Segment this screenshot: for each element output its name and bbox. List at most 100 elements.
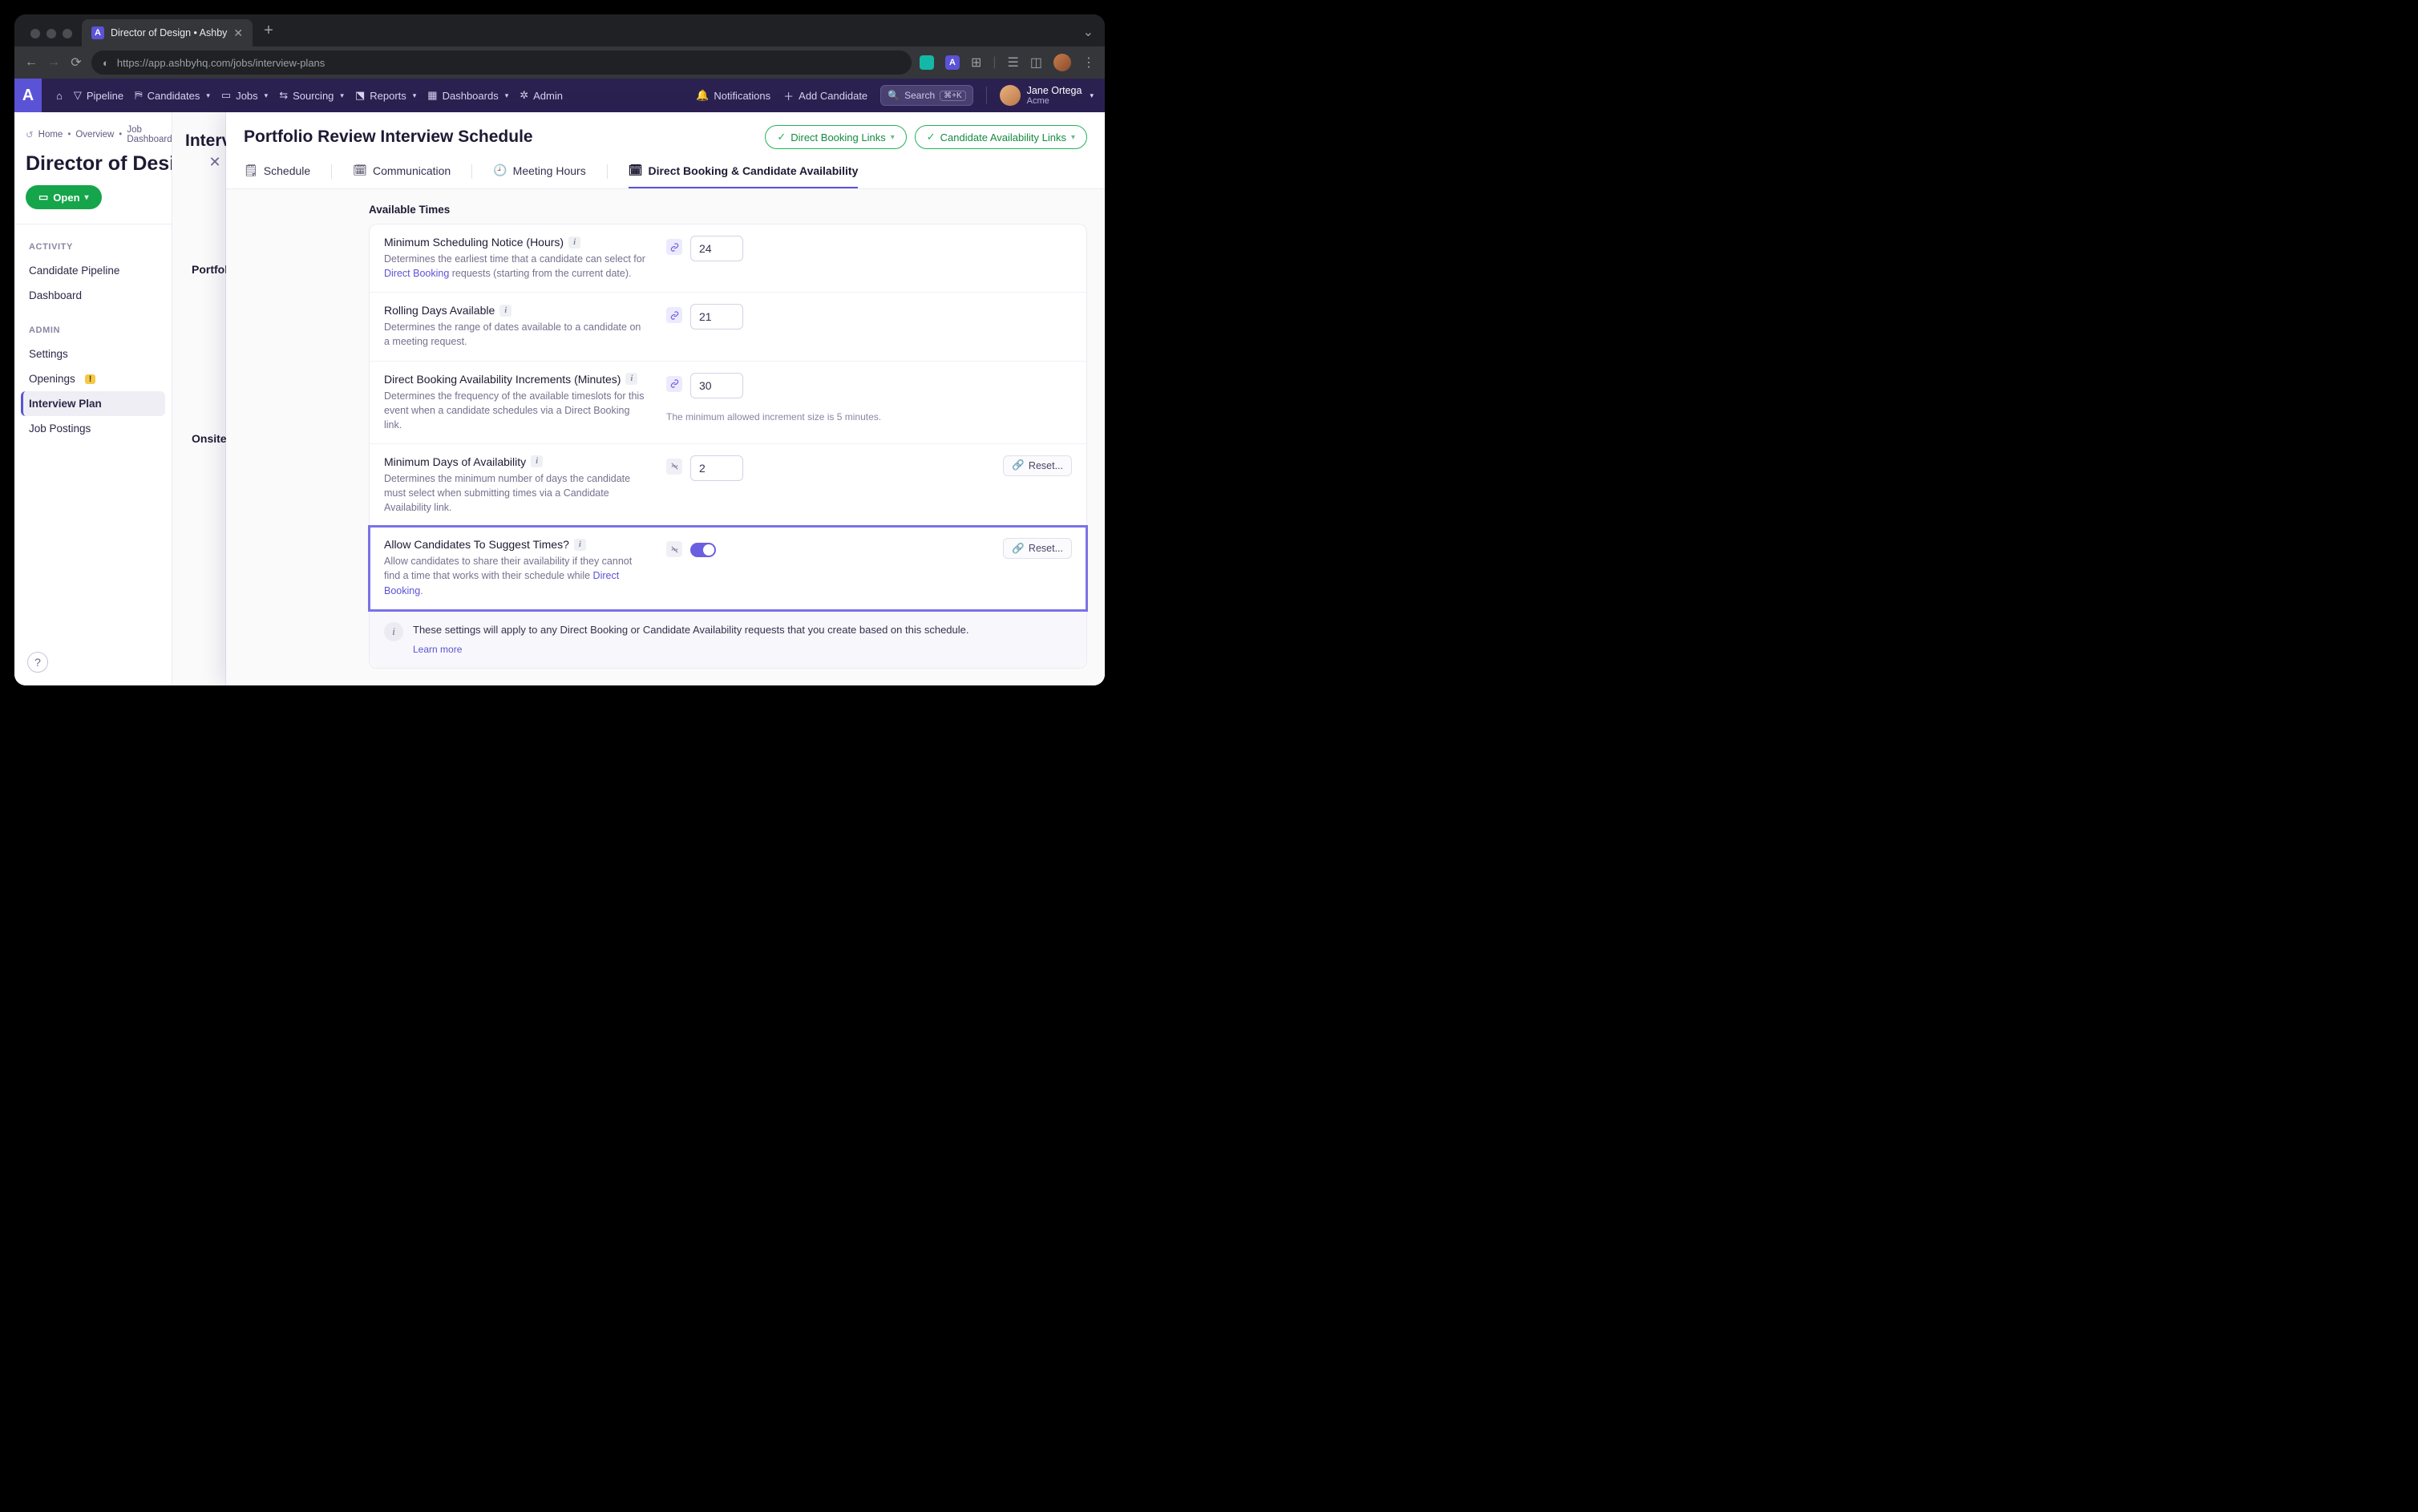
add-candidate-button[interactable]: ＋Add Candidate xyxy=(783,88,867,103)
tab-title: Director of Design • Ashby xyxy=(111,27,227,38)
user-menu[interactable]: Jane Ortega Acme ▾ xyxy=(1000,85,1094,106)
row-min-days: Minimum Days of Availabilityi Determines… xyxy=(370,444,1086,527)
app-root: A ⌂ ▽Pipeline ⛿Candidates▾ ▭Jobs▾ ⇆Sourc… xyxy=(14,79,1105,685)
extension-icon[interactable] xyxy=(920,55,934,70)
tab-schedule[interactable]: 🗒Schedule xyxy=(244,164,310,188)
sidenav-header-admin: ADMIN xyxy=(21,322,165,342)
browser-window: A Director of Design • Ashby ✕ + ⌄ ← → ⟳… xyxy=(14,14,1105,685)
extension-icons: A ⊞ | ☰ ◫ ⋮ xyxy=(920,54,1095,71)
sidenav-candidate-pipeline[interactable]: Candidate Pipeline xyxy=(21,258,165,283)
tab-direct-booking[interactable]: 🗓Direct Booking & Candidate Availability xyxy=(629,164,859,188)
nav-jobs[interactable]: ▭Jobs▾ xyxy=(221,89,268,102)
min-notice-input[interactable] xyxy=(690,236,743,261)
info-icon[interactable]: i xyxy=(499,305,512,317)
nav-reports[interactable]: ⬔Reports▾ xyxy=(355,89,416,102)
clipboard-icon: 🗒 xyxy=(244,164,258,177)
direct-booking-link[interactable]: Direct Booking xyxy=(384,268,449,279)
calendar-check-icon: 🗓 xyxy=(629,164,643,177)
info-icon[interactable]: i xyxy=(625,373,637,385)
user-name: Jane Ortega xyxy=(1027,85,1082,96)
tab-communication[interactable]: 🗓Communication xyxy=(353,164,451,188)
nav-candidates[interactable]: ⛿Candidates▾ xyxy=(135,89,210,102)
notifications-button[interactable]: 🔔Notifications xyxy=(696,89,770,102)
help-fab[interactable]: ? xyxy=(27,652,48,673)
sidenav-dashboard[interactable]: Dashboard xyxy=(21,283,165,308)
link-icon[interactable] xyxy=(666,239,682,255)
link-icon[interactable] xyxy=(666,376,682,392)
profile-avatar-icon[interactable] xyxy=(1053,54,1071,71)
chevron-down-icon: ▾ xyxy=(891,133,895,142)
unlink-icon[interactable] xyxy=(666,459,682,475)
tab-strip: A Director of Design • Ashby ✕ + ⌄ xyxy=(14,14,1105,46)
increments-hint: The minimum allowed increment size is 5 … xyxy=(666,411,881,422)
stage-onsite[interactable]: Onsite xyxy=(192,432,227,445)
nav-admin[interactable]: ✲Admin xyxy=(520,89,563,102)
sidenav-settings[interactable]: Settings xyxy=(21,342,165,366)
nav-sourcing[interactable]: ⇆Sourcing▾ xyxy=(279,89,344,102)
min-days-input[interactable] xyxy=(690,455,743,481)
unlink-icon[interactable] xyxy=(666,541,682,557)
global-search[interactable]: 🔍 Search ⌘+K xyxy=(880,85,973,106)
sidenav-openings[interactable]: Openings! xyxy=(21,366,165,391)
reload-icon[interactable]: ⟳ xyxy=(69,55,83,71)
sidenav-header-activity: ACTIVITY xyxy=(21,239,165,258)
row-min-notice: Minimum Scheduling Notice (Hours)i Deter… xyxy=(370,224,1086,293)
increments-input[interactable] xyxy=(690,373,743,398)
reset-min-days-button[interactable]: 🔗Reset... xyxy=(1003,455,1072,476)
info-icon[interactable]: i xyxy=(574,539,586,551)
side-nav: ACTIVITY Candidate Pipeline Dashboard AD… xyxy=(14,224,172,455)
close-panel-button[interactable]: ✕ xyxy=(205,152,224,172)
link-icon[interactable] xyxy=(666,307,682,323)
tab-overflow-icon[interactable]: ⌄ xyxy=(1072,24,1105,46)
extensions-menu-icon[interactable]: ⊞ xyxy=(971,55,981,71)
tab-meeting-hours[interactable]: 🕘Meeting Hours xyxy=(493,164,585,188)
rolling-days-input[interactable] xyxy=(690,304,743,329)
status-icon: ▭ xyxy=(38,191,48,204)
sidenav-interview-plan[interactable]: Interview Plan xyxy=(21,391,165,416)
side-panel-icon[interactable]: ◫ xyxy=(1030,55,1042,71)
nav-dashboards[interactable]: ▦Dashboards▾ xyxy=(427,89,508,102)
browser-tab[interactable]: A Director of Design • Ashby ✕ xyxy=(82,19,253,46)
job-status-button[interactable]: ▭ Open ▾ xyxy=(26,185,102,209)
window-controls[interactable] xyxy=(24,29,82,46)
learn-more-link[interactable]: Learn more xyxy=(413,642,969,657)
settings-info-banner: i These settings will apply to any Direc… xyxy=(370,610,1086,669)
breadcrumb: ↺ Home• Overview• Job Dashboard xyxy=(14,120,172,149)
allow-suggest-toggle[interactable] xyxy=(690,543,716,557)
chevron-down-icon: ▾ xyxy=(1090,91,1094,100)
clock-icon: 🕘 xyxy=(493,164,507,177)
new-tab-button[interactable]: + xyxy=(253,22,285,46)
back-icon[interactable]: ← xyxy=(24,55,38,70)
reset-suggest-button[interactable]: 🔗Reset... xyxy=(1003,538,1072,559)
nav-pipeline[interactable]: ▽Pipeline xyxy=(74,89,123,102)
kebab-menu-icon[interactable]: ⋮ xyxy=(1082,55,1095,71)
brand-logo[interactable]: A xyxy=(14,79,42,112)
user-avatar-icon xyxy=(1000,85,1021,106)
reading-list-icon[interactable]: ☰ xyxy=(1008,55,1019,71)
sidenav-job-postings[interactable]: Job Postings xyxy=(21,416,165,441)
direct-booking-links-button[interactable]: ✓ Direct Booking Links ▾ xyxy=(765,125,906,149)
address-bar[interactable]: ◐ https://app.ashbyhq.com/jobs/interview… xyxy=(91,51,912,75)
ashby-extension-icon[interactable]: A xyxy=(945,55,960,70)
candidate-availability-links-button[interactable]: ✓ Candidate Availability Links ▾ xyxy=(915,125,1087,149)
forward-icon[interactable]: → xyxy=(46,55,61,70)
history-icon[interactable]: ↺ xyxy=(26,129,34,140)
left-column: ↺ Home• Overview• Job Dashboard Director… xyxy=(14,112,172,685)
overlay-body: Available Times Minimum Scheduling Notic… xyxy=(226,189,1105,685)
crumb-overview[interactable]: Overview xyxy=(75,130,114,139)
info-icon[interactable]: i xyxy=(568,237,580,249)
browser-toolbar: ← → ⟳ ◐ https://app.ashbyhq.com/jobs/int… xyxy=(14,46,1105,79)
overlay-tabs: 🗒Schedule 🗓Communication 🕘Meeting Hours … xyxy=(226,149,1105,189)
home-icon[interactable]: ⌂ xyxy=(56,90,63,102)
link-icon: 🔗 xyxy=(1012,459,1025,471)
site-info-icon[interactable]: ◐ xyxy=(103,57,109,69)
crumb-job[interactable]: Job Dashboard xyxy=(127,125,172,144)
mid-heading: Interview Plan xyxy=(172,131,225,151)
app-topbar: A ⌂ ▽Pipeline ⛿Candidates▾ ▭Jobs▾ ⇆Sourc… xyxy=(14,79,1105,112)
info-icon[interactable]: i xyxy=(531,455,543,467)
check-icon: ✓ xyxy=(927,131,936,144)
crumb-home[interactable]: Home xyxy=(38,130,63,139)
user-org: Acme xyxy=(1027,96,1082,106)
available-times-card: Minimum Scheduling Notice (Hours)i Deter… xyxy=(369,224,1087,669)
close-tab-icon[interactable]: ✕ xyxy=(233,26,243,40)
